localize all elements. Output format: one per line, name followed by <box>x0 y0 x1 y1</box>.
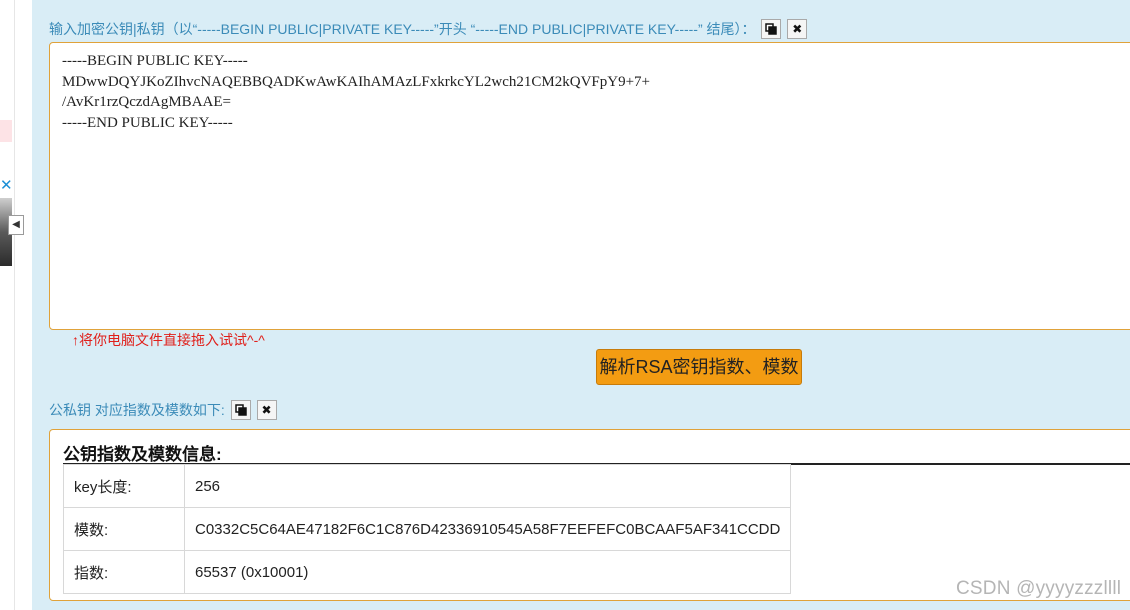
exponent-value: 65537 (0x10001) <box>183 550 792 594</box>
table-row: 指数: 65537 (0x10001) <box>63 550 792 594</box>
table-row: key长度: 256 <box>63 464 792 508</box>
modulus-value: C0332C5C64AE47182F6C1C876D42336910545A58… <box>183 507 792 551</box>
collapse-arrow-icon[interactable]: ◀ <box>8 215 24 235</box>
key-length-label: key长度: <box>63 464 185 508</box>
result-title: 公钥指数及模数信息: <box>63 445 222 464</box>
close-icon: ✖ <box>792 22 803 36</box>
table-row: 模数: C0332C5C64AE47182F6C1C876D4233691054… <box>63 507 792 551</box>
copy-icon <box>234 404 247 416</box>
key-length-value: 256 <box>183 464 792 508</box>
left-edge-strip <box>0 0 15 610</box>
output-label-row: 公私钥 对应指数及模数如下: ✖ <box>49 400 277 420</box>
copy-input-button[interactable] <box>761 19 782 39</box>
drag-drop-hint: ↑将你电脑文件直接拖入试试^-^ <box>72 332 265 348</box>
modulus-label: 模数: <box>63 507 185 551</box>
exponent-label: 指数: <box>63 550 185 594</box>
clear-input-button[interactable]: ✖ <box>787 19 808 39</box>
watermark: CSDN @yyyyzzzllll <box>956 578 1122 599</box>
key-input-textarea[interactable]: -----BEGIN PUBLIC KEY----- MDwwDQYJKoZIh… <box>49 42 1130 330</box>
output-label: 公私钥 对应指数及模数如下: <box>49 402 225 418</box>
clear-output-button[interactable]: ✖ <box>256 400 277 420</box>
close-icon[interactable]: ✕ <box>0 178 13 194</box>
result-table: key长度: 256 模数: C0332C5C64AE47182F6C1C876… <box>63 464 792 594</box>
close-icon: ✖ <box>261 403 272 417</box>
input-label: 输入加密公钥|私钥（以“-----BEGIN PUBLIC|PRIVATE KE… <box>49 21 756 37</box>
copy-output-button[interactable] <box>230 400 251 420</box>
left-edge-highlight <box>0 120 12 142</box>
input-label-row: 输入加密公钥|私钥（以“-----BEGIN PUBLIC|PRIVATE KE… <box>49 19 808 39</box>
result-box: 公钥指数及模数信息: key长度: 256 模数: C0332C5C64AE47… <box>49 429 1130 601</box>
parse-rsa-button[interactable]: 解析RSA密钥指数、模数 <box>596 349 802 385</box>
copy-icon <box>765 23 778 35</box>
